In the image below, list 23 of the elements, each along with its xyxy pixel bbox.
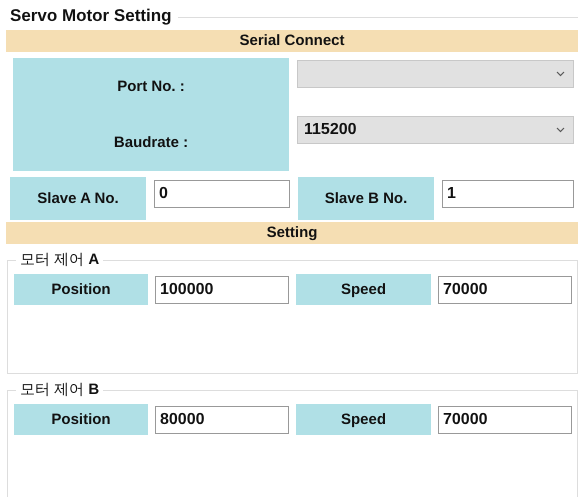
port-label: Port No. : [117, 78, 185, 95]
input-field[interactable]: 1 [442, 180, 574, 208]
field-label: Speed [296, 274, 431, 305]
section-header: Serial Connect [6, 30, 578, 52]
group-title: 모터 제어 A [16, 250, 104, 269]
chevron-down-icon [556, 71, 565, 77]
port-dropdown[interactable] [297, 60, 574, 88]
chevron-down-icon [556, 127, 565, 133]
group-title: Servo Motor Setting [9, 6, 172, 26]
input-field[interactable]: 70000 [438, 276, 572, 304]
group-title: 모터 제어 B [16, 380, 104, 399]
input-field[interactable]: 0 [154, 180, 290, 208]
field-label: Position [14, 274, 148, 305]
field-label: Position [14, 404, 148, 435]
slave-label: Slave A No. [10, 177, 146, 220]
input-field[interactable]: 80000 [155, 406, 289, 434]
input-field[interactable]: 70000 [438, 406, 572, 434]
field-label: Speed [296, 404, 431, 435]
slave-label: Slave B No. [298, 177, 434, 220]
section-header: Setting [6, 222, 578, 244]
baudrate-label: Baudrate : [114, 134, 188, 152]
baudrate-dropdown[interactable]: 115200 [297, 116, 574, 144]
input-field[interactable]: 100000 [155, 276, 289, 304]
